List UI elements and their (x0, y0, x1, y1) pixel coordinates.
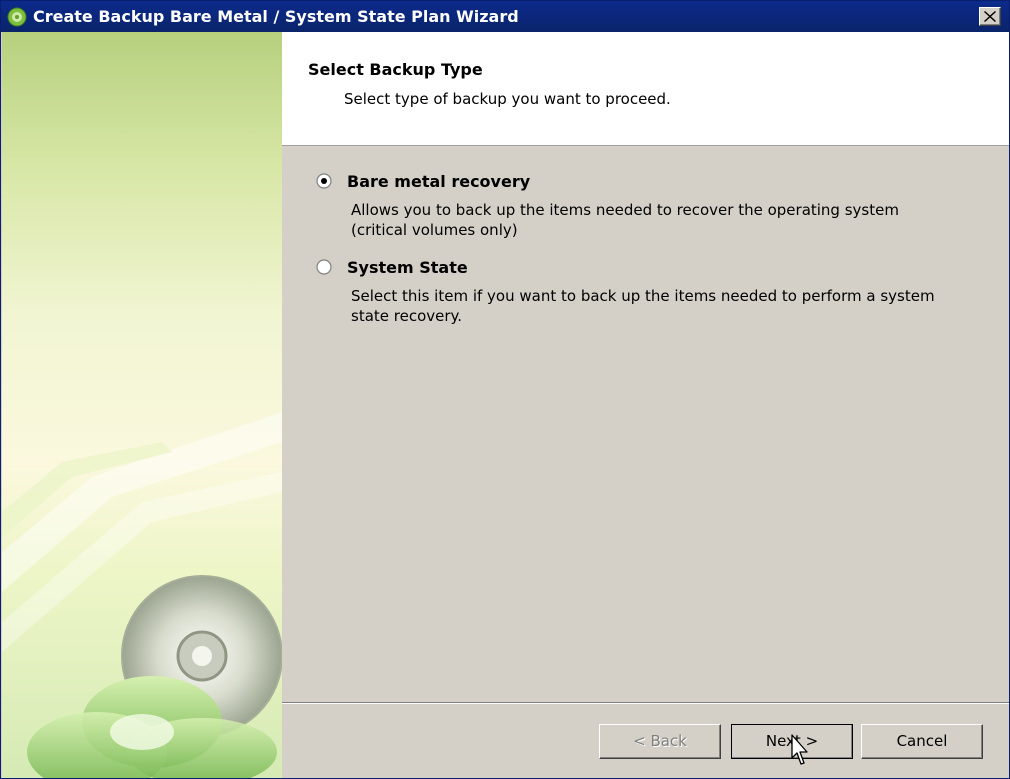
option-description: Allows you to back up the items needed t… (351, 201, 899, 239)
cd-disc-icon (2, 412, 282, 778)
backup-app-icon (7, 7, 27, 27)
cancel-button[interactable]: Cancel (861, 724, 983, 759)
footer-separator (282, 702, 1009, 704)
option-label: System State (347, 258, 468, 277)
wizard-window: Create Backup Bare Metal / System State … (0, 0, 1010, 779)
wizard-header: Select Backup Type Select type of backup… (282, 32, 1009, 146)
mouse-cursor-icon (791, 734, 808, 765)
radio-system-state[interactable] (316, 259, 332, 275)
close-icon (984, 11, 996, 22)
back-button[interactable]: < Back (599, 724, 721, 759)
wizard-sidebar-graphic (2, 32, 282, 778)
option-label: Bare metal recovery (347, 172, 531, 191)
window-title: Create Backup Bare Metal / System State … (33, 7, 519, 26)
page-subtitle: Select type of backup you want to procee… (344, 90, 671, 108)
page-title: Select Backup Type (308, 60, 483, 79)
radio-bare-metal-recovery[interactable] (316, 173, 332, 189)
wizard-content: Bare metal recovery Allows you to back u… (282, 146, 1009, 702)
option-description: Select this item if you want to back up … (351, 287, 935, 325)
close-button[interactable] (979, 7, 1001, 26)
title-bar[interactable]: Create Backup Bare Metal / System State … (1, 1, 1009, 32)
